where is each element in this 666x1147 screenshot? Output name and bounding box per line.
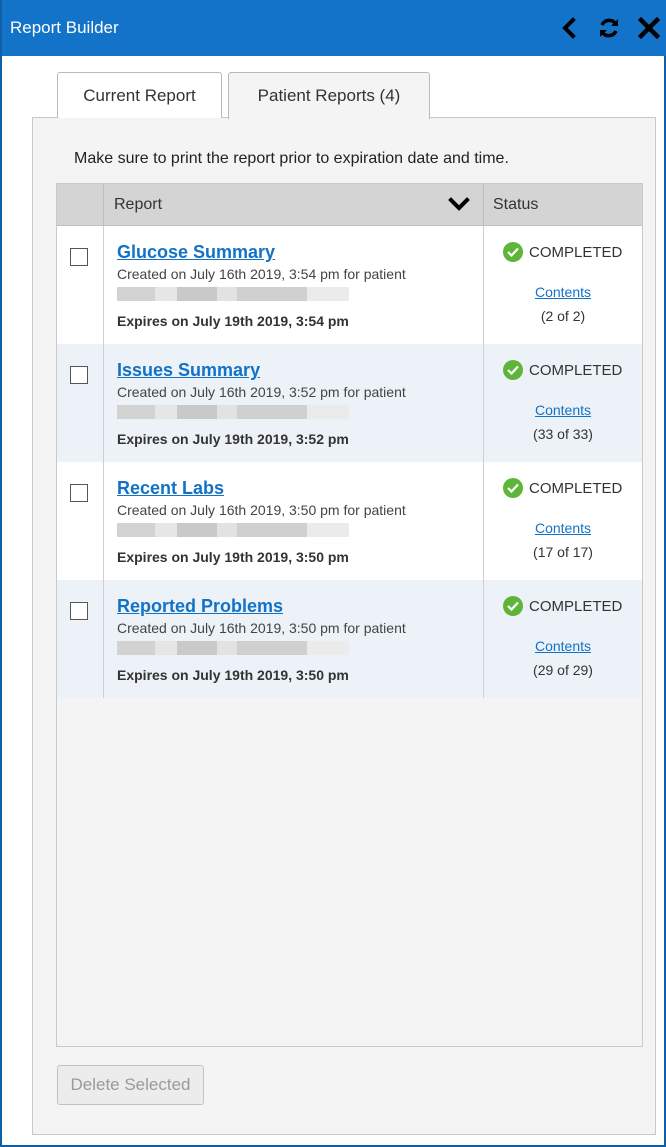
row-divider bbox=[103, 344, 104, 462]
redacted-patient-name bbox=[117, 523, 349, 537]
report-created-text: Created on July 16th 2019, 3:54 pm for p… bbox=[117, 266, 406, 282]
row-divider bbox=[103, 580, 104, 698]
column-header-report: Report bbox=[114, 196, 163, 213]
contents-count: (2 of 2) bbox=[540, 308, 586, 324]
report-link[interactable]: Issues Summary bbox=[117, 360, 260, 381]
row-divider bbox=[103, 462, 104, 580]
status-text: COMPLETED bbox=[529, 361, 623, 379]
refresh-icon[interactable] bbox=[596, 15, 622, 41]
table-row: Glucose Summary Created on July 16th 201… bbox=[57, 226, 642, 344]
report-created-text: Created on July 16th 2019, 3:52 pm for p… bbox=[117, 384, 406, 400]
column-header-status: Status bbox=[493, 196, 539, 213]
tab-current-report[interactable]: Current Report bbox=[57, 72, 222, 118]
report-created-text: Created on July 16th 2019, 3:50 pm for p… bbox=[117, 620, 406, 636]
status-text: COMPLETED bbox=[529, 243, 623, 261]
contents-link[interactable]: Contents bbox=[484, 284, 642, 300]
redacted-patient-name bbox=[117, 405, 349, 419]
redacted-patient-name bbox=[117, 287, 349, 301]
redacted-patient-name bbox=[117, 641, 349, 655]
report-expires-text: Expires on July 19th 2019, 3:54 pm bbox=[117, 313, 349, 329]
check-circle-icon bbox=[503, 360, 523, 380]
contents-count: (17 of 17) bbox=[533, 544, 593, 560]
table-row: Issues Summary Created on July 16th 2019… bbox=[57, 344, 642, 462]
check-circle-icon bbox=[503, 242, 523, 262]
check-circle-icon bbox=[503, 478, 523, 498]
status-badge: COMPLETED bbox=[503, 596, 622, 616]
header-divider bbox=[483, 184, 484, 226]
contents-link[interactable]: Contents bbox=[484, 638, 642, 654]
status-text: COMPLETED bbox=[529, 479, 623, 497]
window-title: Report Builder bbox=[10, 18, 119, 37]
report-created-text: Created on July 16th 2019, 3:50 pm for p… bbox=[117, 502, 406, 518]
table-row: Recent Labs Created on July 16th 2019, 3… bbox=[57, 462, 642, 580]
chevron-down-icon[interactable] bbox=[448, 195, 470, 215]
contents-count: (29 of 29) bbox=[533, 662, 593, 678]
status-text: COMPLETED bbox=[529, 597, 623, 615]
report-link[interactable]: Recent Labs bbox=[117, 478, 224, 499]
report-link[interactable]: Reported Problems bbox=[117, 596, 283, 617]
print-notice: Make sure to print the report prior to e… bbox=[74, 150, 509, 167]
row-checkbox[interactable] bbox=[70, 484, 88, 502]
title-bar-actions bbox=[556, 15, 666, 41]
report-link[interactable]: Glucose Summary bbox=[117, 242, 275, 263]
report-expires-text: Expires on July 19th 2019, 3:52 pm bbox=[117, 431, 349, 447]
contents-count: (33 of 33) bbox=[533, 426, 593, 442]
table-header: Report Status bbox=[57, 184, 642, 226]
row-divider bbox=[103, 226, 104, 344]
header-divider bbox=[103, 184, 104, 226]
status-badge: COMPLETED bbox=[503, 360, 622, 380]
check-circle-icon bbox=[503, 596, 523, 616]
tab-patient-reports[interactable]: Patient Reports (4) bbox=[228, 72, 430, 119]
row-checkbox[interactable] bbox=[70, 366, 88, 384]
status-badge: COMPLETED bbox=[503, 242, 622, 262]
row-checkbox[interactable] bbox=[70, 602, 88, 620]
report-expires-text: Expires on July 19th 2019, 3:50 pm bbox=[117, 549, 349, 565]
row-checkbox[interactable] bbox=[70, 248, 88, 266]
chevron-left-icon[interactable] bbox=[556, 15, 582, 41]
report-expires-text: Expires on July 19th 2019, 3:50 pm bbox=[117, 667, 349, 683]
title-bar: Report Builder bbox=[2, 0, 666, 56]
contents-link[interactable]: Contents bbox=[484, 402, 642, 418]
table-row: Reported Problems Created on July 16th 2… bbox=[57, 580, 642, 698]
contents-link[interactable]: Contents bbox=[484, 520, 642, 536]
tab-strip: Current Report Patient Reports (4) bbox=[57, 72, 430, 119]
reports-table: Report Status Glucose Summary Created on… bbox=[56, 183, 643, 1047]
status-badge: COMPLETED bbox=[503, 478, 622, 498]
close-icon[interactable] bbox=[636, 15, 662, 41]
report-builder-window: Report Builder Current Report Patient Re… bbox=[0, 0, 666, 1147]
delete-selected-button[interactable]: Delete Selected bbox=[57, 1065, 204, 1105]
